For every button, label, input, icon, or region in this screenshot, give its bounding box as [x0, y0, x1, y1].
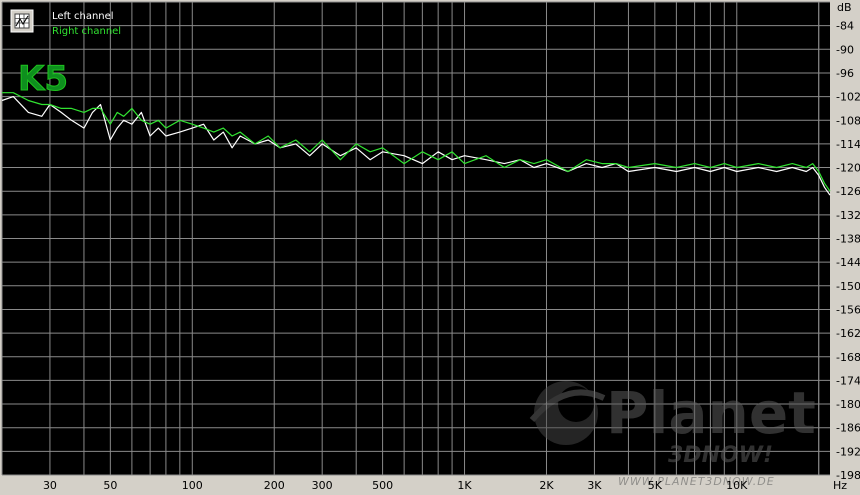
y-tick-label: -120: [836, 162, 860, 175]
y-tick-label: -96: [836, 67, 854, 80]
y-tick-label: -84: [836, 20, 854, 33]
y-tick-label: -108: [836, 114, 860, 127]
x-tick-label: 10K: [726, 479, 748, 492]
frequency-response-chart: Planet 3DNOW! WWW.PLANET3DNOW.DE K5 Left…: [0, 0, 860, 495]
y-tick-label: -138: [836, 233, 860, 246]
y-tick-label: -162: [836, 327, 860, 340]
y-tick-label: -180: [836, 398, 860, 411]
y-tick-label: -174: [836, 374, 860, 387]
y-tick-label: -132: [836, 209, 860, 222]
y-tick-label: -90: [836, 43, 854, 56]
x-tick-label: 50: [103, 479, 117, 492]
watermark-url: WWW.PLANET3DNOW.DE: [618, 475, 775, 488]
x-tick-label: 3K: [587, 479, 602, 492]
x-tick-label: 300: [312, 479, 333, 492]
x-tick-label: 30: [43, 479, 57, 492]
x-tick-label: 500: [372, 479, 393, 492]
watermark-brand: Planet: [606, 379, 816, 447]
y-tick-label: -168: [836, 351, 860, 364]
y-tick-label: -186: [836, 422, 860, 435]
x-tick-label: 2K: [539, 479, 554, 492]
y-tick-label: -102: [836, 91, 860, 104]
y-tick-label: -156: [836, 303, 860, 316]
y-tick-label: -144: [836, 256, 860, 269]
grid-icon: [14, 13, 30, 29]
k5-badge: K5: [18, 59, 68, 99]
x-unit-label: Hz: [833, 479, 847, 492]
y-tick-label: -150: [836, 280, 860, 293]
x-tick-label: 200: [264, 479, 285, 492]
x-tick-label: 5K: [648, 479, 663, 492]
y-tick-label: -192: [836, 445, 860, 458]
x-tick-label: 1K: [457, 479, 472, 492]
y-tick-label: -126: [836, 185, 860, 198]
x-tick-label: 100: [182, 479, 203, 492]
watermark-brand-sub: 3DNOW!: [668, 443, 773, 468]
y-tick-label: -114: [836, 138, 860, 151]
legend-right-channel: Right channel: [52, 26, 121, 37]
y-unit-label: dB: [837, 1, 852, 14]
legend-left-channel: Left channel: [52, 11, 114, 22]
